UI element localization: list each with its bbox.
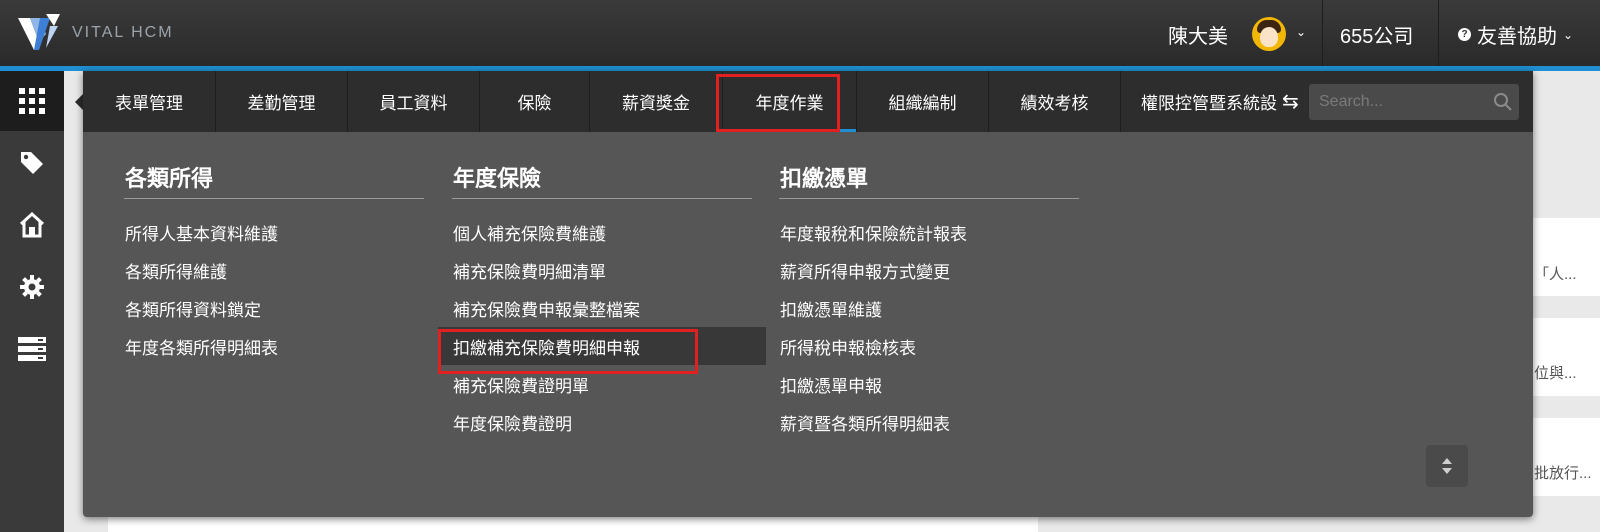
- tab-employee-data[interactable]: 員工資料: [348, 71, 480, 132]
- tab-forms[interactable]: 表單管理: [83, 71, 216, 132]
- menu-column-annual-insurance: 年度保險 個人補充保險費維護 補充保險費明細清單 補充保險費申報彙整檔案 扣繳補…: [438, 161, 766, 441]
- menu-item[interactable]: 扣繳憑單維護: [779, 289, 1079, 327]
- logo-text: VITAL HCM: [72, 24, 174, 41]
- help-menu[interactable]: ? 友善協助 ⌄: [1458, 20, 1573, 49]
- home-icon: [19, 211, 45, 238]
- menu-search-input[interactable]: [1309, 84, 1519, 120]
- sidebar-server-button[interactable]: [0, 319, 64, 379]
- menu-pointer: [75, 94, 83, 110]
- user-menu-chevron-icon[interactable]: ⌄: [1296, 25, 1306, 39]
- top-bar: VITAL HCM 陳大美 ⌄ 655公司 ? 友善協助 ⌄: [0, 0, 1600, 66]
- menu-item[interactable]: 薪資暨各類所得明細表: [779, 403, 1079, 441]
- menu-item[interactable]: 補充保險費明細清單: [452, 251, 752, 289]
- menu-item[interactable]: 個人補充保險費維護: [452, 213, 752, 251]
- logo[interactable]: VITAL HCM: [16, 12, 174, 54]
- menu-item[interactable]: 年度各類所得明細表: [124, 327, 424, 365]
- help-icon: ?: [1458, 28, 1471, 41]
- column-title: 扣繳憑單: [779, 161, 1079, 199]
- menu-column-income: 各類所得 所得人基本資料維護 各類所得維護 各類所得資料鎖定 年度各類所得明細表: [124, 161, 424, 365]
- scroll-toggle-button[interactable]: [1426, 445, 1468, 487]
- menu-item[interactable]: 補充保險費申報彙整檔案: [452, 289, 752, 327]
- menu-item[interactable]: 年度保險費證明: [452, 403, 752, 441]
- tab-payroll[interactable]: 薪資獎金: [590, 71, 723, 132]
- column-title: 年度保險: [452, 161, 752, 199]
- help-label: 友善協助: [1477, 26, 1557, 48]
- tab-performance[interactable]: 績效考核: [989, 71, 1121, 132]
- menu-item[interactable]: 各類所得維護: [124, 251, 424, 289]
- column-title: 各類所得: [124, 161, 424, 199]
- gear-icon: [20, 275, 44, 299]
- menu-item[interactable]: 年度報稅和保險統計報表: [779, 213, 1079, 251]
- menu-item[interactable]: 薪資所得申報方式變更: [779, 251, 1079, 289]
- avatar[interactable]: [1252, 17, 1286, 51]
- background-snippet: 位與...: [1534, 365, 1577, 382]
- tag-icon: [21, 152, 43, 174]
- user-name[interactable]: 陳大美: [1168, 20, 1228, 49]
- apps-grid-icon: [19, 88, 45, 114]
- vital-logo-icon: [18, 14, 60, 50]
- menu-item[interactable]: 所得人基本資料維護: [124, 213, 424, 251]
- sidebar-tag-button[interactable]: [0, 133, 64, 193]
- help-chevron-icon: ⌄: [1563, 27, 1574, 42]
- sidebar: [0, 71, 64, 532]
- background-snippet: 「人...: [1534, 266, 1577, 283]
- background-snippet: 批放行...: [1534, 465, 1592, 482]
- annotation-highlight-box: [438, 329, 698, 374]
- menu-item[interactable]: 扣繳憑單申報: [779, 365, 1079, 403]
- up-down-caret-icon: [1442, 458, 1452, 474]
- server-icon: [18, 337, 46, 361]
- sidebar-settings-button[interactable]: [0, 257, 64, 317]
- sidebar-apps-button[interactable]: [0, 71, 64, 131]
- menu-item[interactable]: 各類所得資料鎖定: [124, 289, 424, 327]
- tab-insurance[interactable]: 保險: [480, 71, 590, 132]
- menu-item[interactable]: 所得稅申報檢核表: [779, 327, 1079, 365]
- search-icon[interactable]: [1493, 92, 1513, 112]
- menu-column-withholding: 扣繳憑單 年度報稅和保險統計報表 薪資所得申報方式變更 扣繳憑單維護 所得稅申報…: [779, 161, 1079, 441]
- tab-permissions[interactable]: 權限控管暨系統設定: [1121, 71, 1277, 132]
- annotation-highlight-box: [716, 74, 840, 132]
- company-selector[interactable]: 655公司: [1340, 20, 1413, 49]
- sidebar-home-button[interactable]: [0, 195, 64, 255]
- swap-arrows-icon[interactable]: ⇆: [1282, 89, 1299, 114]
- tab-organization[interactable]: 組織編制: [857, 71, 989, 132]
- tab-attendance[interactable]: 差勤管理: [216, 71, 348, 132]
- mega-menu: 表單管理 差勤管理 員工資料 保險 薪資獎金 年度作業 組織編制 績效考核 權限…: [83, 71, 1533, 517]
